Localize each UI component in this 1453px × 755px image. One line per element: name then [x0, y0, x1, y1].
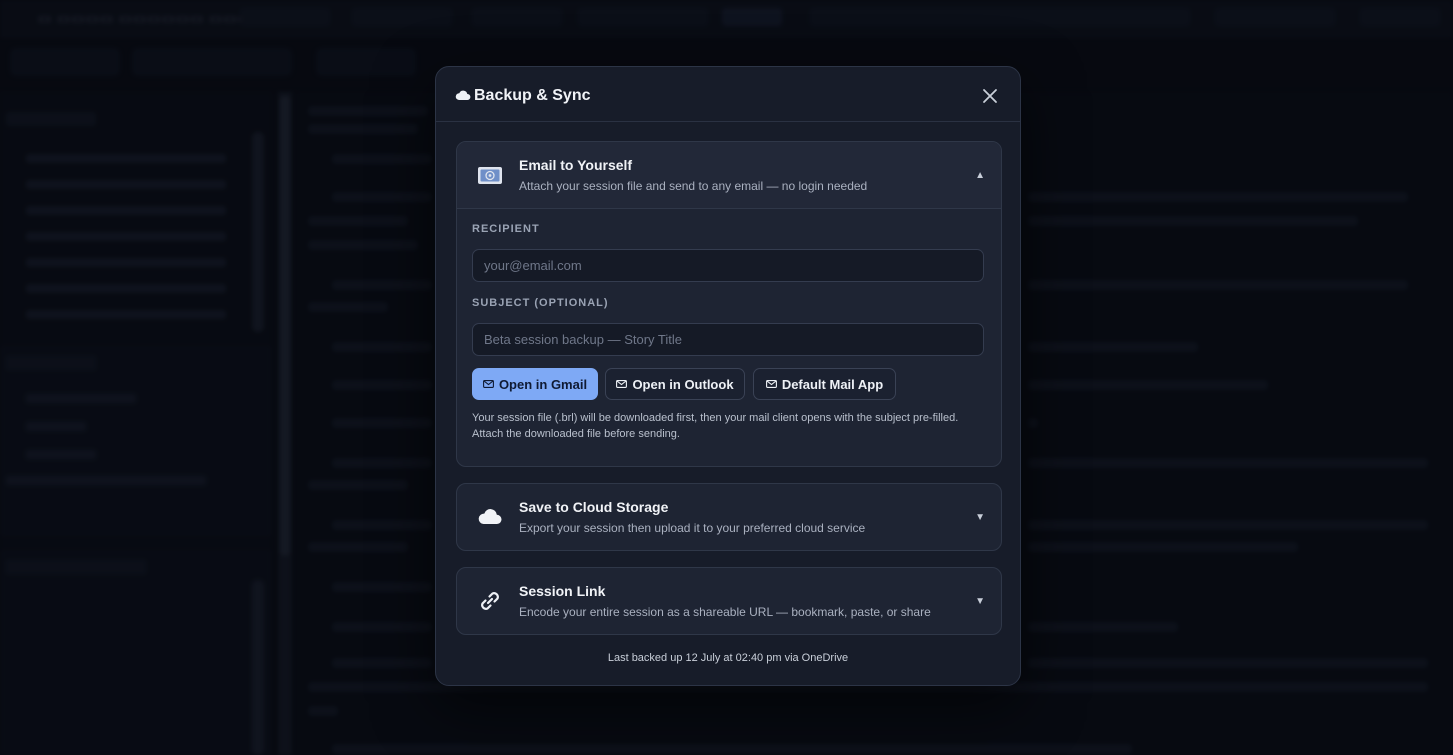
mail-icon: [616, 380, 628, 388]
cloud-icon: [455, 90, 471, 100]
mail-icon: [482, 380, 494, 388]
cloud-storage-section: Save to Cloud Storage Export your sessio…: [456, 483, 1002, 551]
recipient-email-field[interactable]: [472, 249, 984, 282]
default-mail-app-button[interactable]: Default Mail App: [753, 368, 896, 400]
last-backup-status: Last backed up 12 July at 02:40 pm via O…: [607, 652, 849, 664]
cloud-storage-title: Save to Cloud Storage: [519, 499, 669, 515]
email-section-header[interactable]: Email to Yourself Attach your session fi…: [457, 142, 1001, 209]
session-link-section-header[interactable]: Session Link Encode your entire session …: [457, 568, 1001, 634]
default-mail-app-label: Default Mail App: [781, 376, 884, 392]
session-link-section: Session Link Encode your entire session …: [456, 567, 1002, 635]
open-in-outlook-button[interactable]: Open in Outlook: [605, 368, 745, 400]
email-section-subtitle: Attach your session file and send to any…: [519, 179, 868, 193]
email-hint-text: Your session file (.brl) will be downloa…: [472, 412, 959, 440]
recipient-label: RECIPIENT: [472, 223, 540, 235]
chevron-down-icon[interactable]: ▼: [975, 596, 985, 607]
email-section-title: Email to Yourself: [519, 157, 633, 173]
close-icon[interactable]: [980, 86, 1000, 106]
chevron-up-icon[interactable]: ▲: [975, 170, 985, 181]
dialog-title: Backup & Sync: [474, 87, 591, 104]
email-icon: [478, 167, 502, 184]
chevron-down-icon[interactable]: ▼: [975, 512, 985, 523]
link-icon: [481, 592, 499, 610]
session-link-title: Session Link: [519, 583, 606, 599]
subject-label: SUBJECT (OPTIONAL): [472, 297, 609, 309]
dialog-header: Backup & Sync: [436, 67, 1020, 122]
open-in-gmail-label: Open in Gmail: [498, 376, 588, 392]
cloud-icon: [478, 509, 502, 524]
mail-icon: [765, 380, 777, 388]
open-in-gmail-button[interactable]: Open in Gmail: [472, 368, 598, 400]
open-in-outlook-label: Open in Outlook: [632, 376, 734, 392]
email-section: Email to Yourself Attach your session fi…: [456, 141, 1002, 467]
session-link-subtitle: Encode your entire session as a shareabl…: [519, 605, 931, 619]
cloud-storage-subtitle: Export your session then upload it to yo…: [519, 521, 866, 535]
backup-sync-dialog: Backup & Sync Email to Yourself Attach y…: [435, 66, 1021, 686]
subject-field[interactable]: [472, 323, 984, 356]
cloud-storage-section-header[interactable]: Save to Cloud Storage Export your sessio…: [457, 484, 1001, 550]
